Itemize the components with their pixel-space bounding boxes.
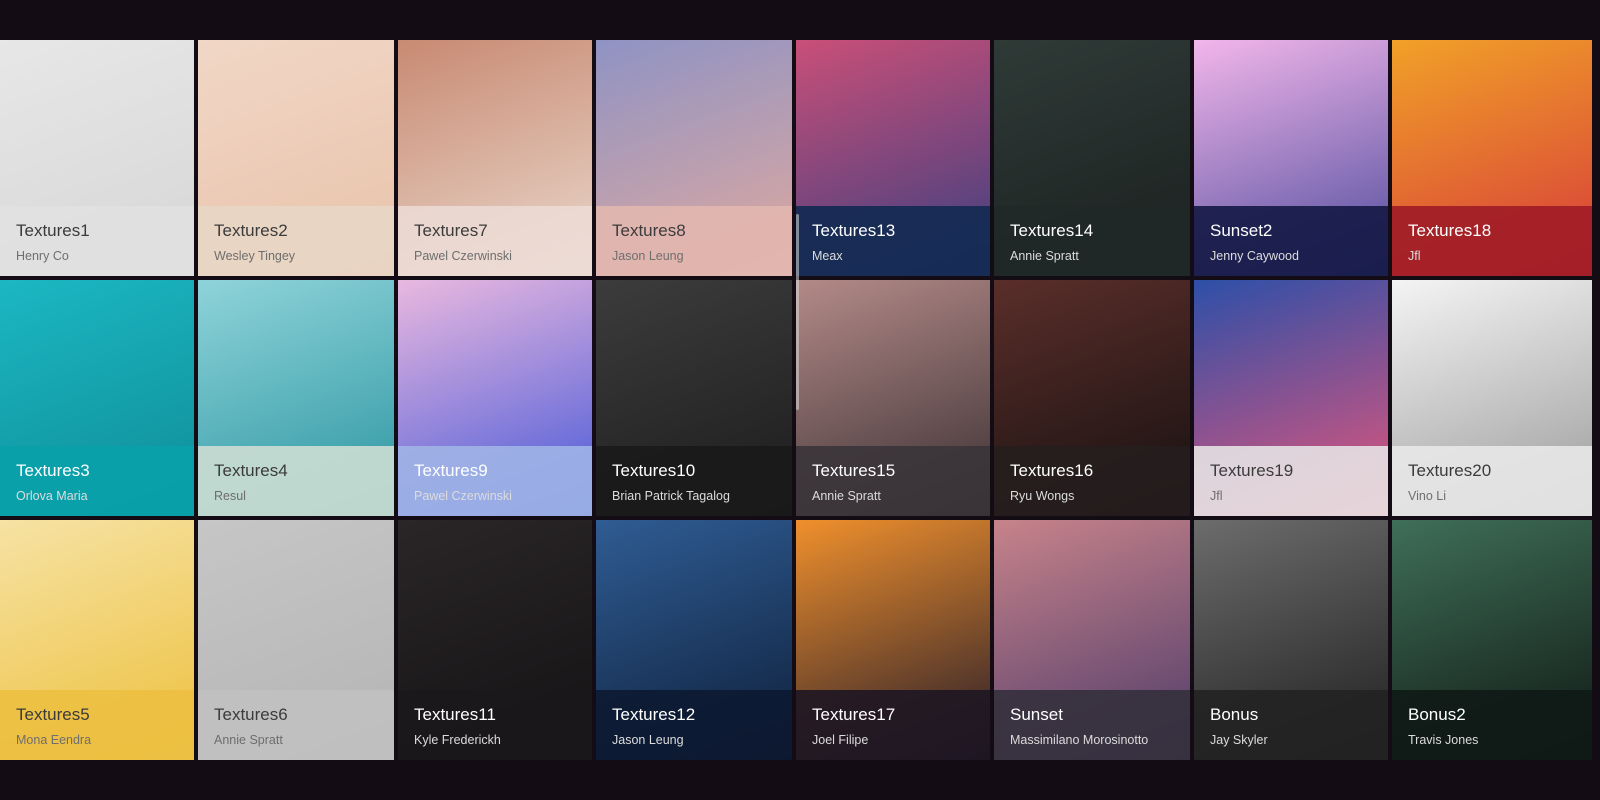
wallpaper-author: Jason Leung [612, 733, 684, 747]
wallpaper-title: Sunset2 [1210, 221, 1273, 240]
wallpaper-tile[interactable]: Bonus Jay Skyler [1194, 520, 1388, 760]
wallpaper-title: Textures5 [16, 705, 90, 724]
wallpaper-author: Jfl [1408, 249, 1421, 263]
wallpaper-tile[interactable]: Textures10 Brian Patrick Tagalog [596, 280, 792, 516]
wallpaper-caption: Textures20 Vino Li [1392, 446, 1592, 516]
wallpaper-tile[interactable]: Textures7 Pawel Czerwinski [398, 40, 592, 276]
wallpaper-title: Textures4 [214, 461, 288, 480]
wallpaper-caption: Textures2 Wesley Tingey [198, 206, 394, 276]
wallpaper-author: Jfl [1210, 489, 1223, 503]
wallpaper-caption: Textures12 Jason Leung [596, 690, 792, 760]
wallpaper-caption: Textures15 Annie Spratt [796, 446, 990, 516]
wallpaper-title: Textures6 [214, 705, 288, 724]
wallpaper-caption: Textures10 Brian Patrick Tagalog [596, 446, 792, 516]
wallpaper-caption: Textures3 Orlova Maria [0, 446, 194, 516]
wallpaper-caption: Textures5 Mona Eendra [0, 690, 194, 760]
wallpaper-author: Vino Li [1408, 489, 1446, 503]
wallpaper-author: Kyle Frederickh [414, 733, 501, 747]
wallpaper-caption: Textures1 Henry Co [0, 206, 194, 276]
wallpaper-title: Bonus2 [1408, 705, 1466, 724]
wallpaper-tile[interactable]: Textures19 Jfl [1194, 280, 1388, 516]
wallpaper-title: Textures7 [414, 221, 488, 240]
wallpaper-caption: Sunset Massimilano Morosinotto [994, 690, 1190, 760]
wallpaper-tile[interactable]: Textures20 Vino Li [1392, 280, 1592, 516]
wallpaper-caption: Textures4 Resul [198, 446, 394, 516]
wallpaper-caption: Textures14 Annie Spratt [994, 206, 1190, 276]
wallpaper-author: Orlova Maria [16, 489, 88, 503]
wallpaper-author: Mona Eendra [16, 733, 92, 747]
wallpaper-author: Resul [214, 489, 246, 503]
wallpaper-title: Textures1 [16, 221, 90, 240]
wallpaper-tile[interactable]: Textures4 Resul [198, 280, 394, 516]
wallpaper-title: Textures17 [812, 705, 896, 724]
wallpaper-tile[interactable]: Sunset2 Jenny Caywood [1194, 40, 1388, 276]
wallpaper-title: Textures16 [1010, 461, 1094, 480]
wallpaper-title: Sunset [1010, 705, 1063, 724]
wallpaper-author: Jason Leung [612, 249, 684, 263]
wallpaper-caption: Textures7 Pawel Czerwinski [398, 206, 592, 276]
wallpaper-title: Textures11 [414, 705, 496, 724]
wallpaper-author: Annie Spratt [1010, 249, 1079, 263]
scrollbar[interactable] [796, 214, 799, 410]
wallpaper-caption: Textures18 Jfl [1392, 206, 1592, 276]
wallpaper-tile[interactable]: Textures12 Jason Leung [596, 520, 792, 760]
wallpaper-title: Textures3 [16, 461, 90, 480]
wallpaper-tile[interactable]: Textures8 Jason Leung [596, 40, 792, 276]
wallpaper-tile[interactable]: Textures1 Henry Co [0, 40, 194, 276]
wallpaper-title: Textures19 [1210, 461, 1294, 480]
wallpaper-caption: Sunset2 Jenny Caywood [1194, 206, 1388, 276]
wallpaper-tile[interactable]: Textures15 Annie Spratt [796, 280, 990, 516]
wallpaper-caption: Textures8 Jason Leung [596, 206, 792, 276]
wallpaper-author: Annie Spratt [812, 489, 881, 503]
wallpaper-title: Textures15 [812, 461, 896, 480]
wallpaper-caption: Bonus2 Travis Jones [1392, 690, 1592, 760]
wallpaper-tile[interactable]: Textures3 Orlova Maria [0, 280, 194, 516]
wallpaper-title: Bonus [1210, 705, 1259, 724]
wallpaper-tile[interactable]: Textures6 Annie Spratt [198, 520, 394, 760]
wallpaper-author: Ryu Wongs [1010, 489, 1075, 503]
wallpaper-title: Textures14 [1010, 221, 1094, 240]
wallpaper-tile[interactable]: Textures17 Joel Filipe [796, 520, 990, 760]
wallpaper-title: Textures13 [812, 221, 896, 240]
wallpaper-title: Textures20 [1408, 461, 1492, 480]
wallpaper-caption: Textures16 Ryu Wongs [994, 446, 1190, 516]
wallpaper-author: Massimilano Morosinotto [1010, 733, 1149, 747]
wallpaper-author: Annie Spratt [214, 733, 283, 747]
wallpaper-author: Wesley Tingey [214, 249, 296, 263]
wallpaper-caption: Textures6 Annie Spratt [198, 690, 394, 760]
wallpaper-tile[interactable]: Textures16 Ryu Wongs [994, 280, 1190, 516]
wallpaper-author: Meax [812, 249, 843, 263]
wallpaper-caption: Textures13 Meax [796, 206, 990, 276]
wallpaper-caption: Bonus Jay Skyler [1194, 690, 1388, 760]
wallpaper-author: Jay Skyler [1210, 733, 1268, 747]
wallpaper-author: Pawel Czerwinski [414, 249, 512, 263]
wallpaper-caption: Textures19 Jfl [1194, 446, 1388, 516]
wallpaper-tile[interactable]: Textures18 Jfl [1392, 40, 1592, 276]
wallpaper-title: Textures2 [214, 221, 288, 240]
wallpaper-caption: Textures9 Pawel Czerwinski [398, 446, 592, 516]
wallpaper-tile[interactable]: Textures5 Mona Eendra [0, 520, 194, 760]
wallpaper-author: Brian Patrick Tagalog [612, 489, 730, 503]
wallpaper-title: Textures10 [612, 461, 696, 480]
wallpaper-author: Jenny Caywood [1210, 249, 1299, 263]
wallpaper-tile[interactable]: Textures2 Wesley Tingey [198, 40, 394, 276]
wallpaper-title: Textures18 [1408, 221, 1492, 240]
wallpaper-title: Textures8 [612, 221, 686, 240]
wallpaper-author: Henry Co [16, 249, 69, 263]
wallpaper-author: Travis Jones [1408, 733, 1479, 747]
wallpaper-author: Joel Filipe [812, 733, 869, 747]
wallpaper-author: Pawel Czerwinski [414, 489, 512, 503]
wallpaper-tile[interactable]: Textures14 Annie Spratt [994, 40, 1190, 276]
wallpaper-tile[interactable]: Textures9 Pawel Czerwinski [398, 280, 592, 516]
wallpaper-caption: Textures17 Joel Filipe [796, 690, 990, 760]
wallpaper-tile[interactable]: Textures13 Meax [796, 40, 990, 276]
wallpaper-tile[interactable]: Textures11 Kyle Frederickh [398, 520, 592, 760]
wallpaper-caption: Textures11 Kyle Frederickh [398, 690, 592, 760]
wallpaper-title: Textures9 [414, 461, 488, 480]
wallpaper-grid: Textures1 Henry Co Textures2 Wesley Tingey T… [0, 40, 1600, 760]
wallpaper-tile[interactable]: Bonus2 Travis Jones [1392, 520, 1592, 760]
wallpaper-tile[interactable]: Sunset Massimilano Morosinotto [994, 520, 1190, 760]
wallpaper-title: Textures12 [612, 705, 696, 724]
